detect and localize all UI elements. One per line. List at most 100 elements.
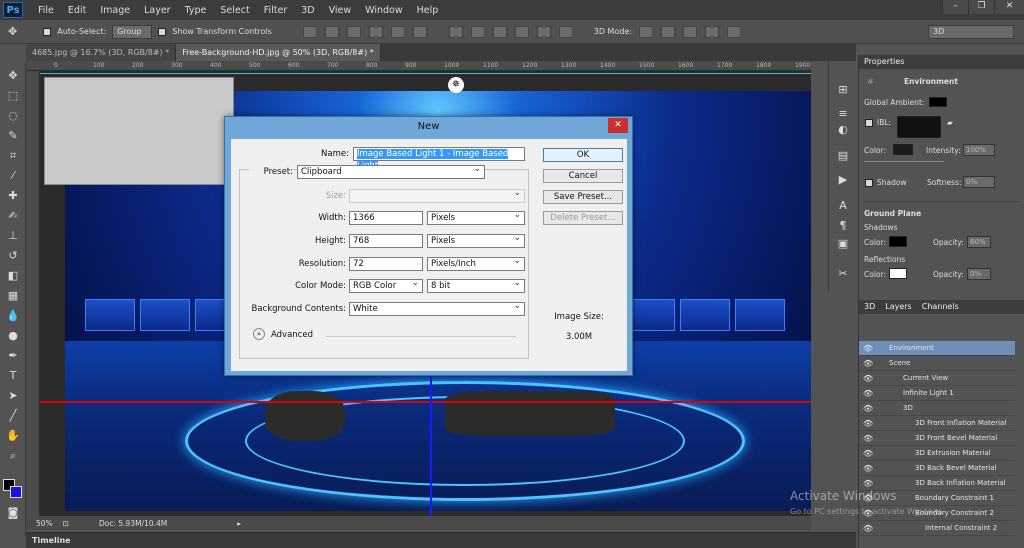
move-tool-icon[interactable]: ✥ xyxy=(5,69,21,83)
layer-row[interactable]: 👁 3D Back Bevel Material xyxy=(859,461,1015,476)
quick-mask-icon[interactable]: ◙ xyxy=(5,506,21,520)
eyedropper-tool-icon[interactable]: ⁄ xyxy=(5,169,21,183)
path-select-icon[interactable]: ➤ xyxy=(5,389,21,403)
size-select[interactable] xyxy=(349,187,525,203)
distribute-top-icon[interactable] xyxy=(448,25,463,38)
tab-free-background[interactable]: Free-Background-HD.jpg @ 50% (3D, RGB/8#… xyxy=(176,44,381,61)
show-transform-checkbox[interactable] xyxy=(158,27,167,36)
gradient-tool-icon[interactable]: ▦ xyxy=(5,289,21,303)
save-preset-button[interactable]: Save Preset... xyxy=(543,190,623,204)
line-tool-icon[interactable]: ╱ xyxy=(5,409,21,423)
menu-select[interactable]: Select xyxy=(213,5,256,16)
timeline-panel[interactable]: Timeline xyxy=(26,532,856,548)
adjustments-panel-icon[interactable]: ≡ xyxy=(835,107,851,121)
rotate-3d-icon[interactable] xyxy=(639,25,654,38)
tab-channels[interactable]: Channels xyxy=(922,300,959,314)
auto-select-checkbox[interactable] xyxy=(43,27,52,36)
slide-3d-icon[interactable] xyxy=(705,25,720,38)
minimize-button[interactable]: – xyxy=(942,0,968,14)
menu-type[interactable]: Type xyxy=(178,5,214,16)
actions-panel-icon[interactable]: ▶ xyxy=(835,173,851,187)
status-icon[interactable]: ⊡ xyxy=(63,519,69,528)
history-brush-icon[interactable]: ↺ xyxy=(5,249,21,263)
background-color-swatch[interactable] xyxy=(10,486,22,498)
softness-field[interactable]: 0% xyxy=(963,176,995,188)
restore-button[interactable]: ❐ xyxy=(968,0,994,14)
height-input[interactable]: 768 xyxy=(349,234,423,248)
move-tool-icon[interactable]: ✥ xyxy=(8,25,17,38)
global-ambient-swatch[interactable] xyxy=(929,97,947,107)
history-panel-icon[interactable]: ⊞ xyxy=(835,83,851,97)
brush-tool-icon[interactable]: ✍ xyxy=(5,209,21,223)
crop-tool-icon[interactable]: ⌗ xyxy=(5,149,21,163)
preset-select[interactable]: Clipboard xyxy=(297,163,485,179)
advanced-toggle-icon[interactable]: » xyxy=(253,328,265,340)
align-left-icon[interactable] xyxy=(368,25,383,38)
intensity-field[interactable]: 100% xyxy=(963,144,995,156)
zoom-level[interactable]: 50% xyxy=(36,519,53,528)
blur-tool-icon[interactable]: 💧 xyxy=(5,309,21,323)
color-mode-select[interactable]: RGB Color xyxy=(349,277,423,293)
distribute-right-icon[interactable] xyxy=(558,25,573,38)
delete-preset-button[interactable]: Delete Preset... xyxy=(543,211,623,225)
layer-row[interactable]: 👁 3D Extrusion Material xyxy=(859,446,1015,461)
brush-panel-icon[interactable]: ▣ xyxy=(835,237,851,251)
drag-3d-icon[interactable] xyxy=(683,25,698,38)
type-tool-icon[interactable]: T xyxy=(5,369,21,383)
layer-row[interactable]: 👁 Scene xyxy=(859,356,1015,371)
3d-secondary-view[interactable] xyxy=(44,77,234,185)
status-arrow-icon[interactable]: ▸ xyxy=(237,519,241,528)
hand-tool-icon[interactable]: ✋ xyxy=(5,429,21,443)
character-panel-icon[interactable]: A xyxy=(835,199,851,213)
menu-layer[interactable]: Layer xyxy=(137,5,178,16)
close-button[interactable]: ✕ xyxy=(994,0,1024,14)
menu-3d[interactable]: 3D xyxy=(294,5,321,16)
distribute-bottom-icon[interactable] xyxy=(492,25,507,38)
ok-button[interactable]: OK xyxy=(543,148,623,162)
shadows-opacity-field[interactable]: 60% xyxy=(967,236,991,248)
resolution-input[interactable]: 72 xyxy=(349,257,423,271)
dodge-tool-icon[interactable]: ● xyxy=(5,329,21,343)
advanced-label[interactable]: Advanced xyxy=(271,330,313,340)
dialog-close-button[interactable]: ✕ xyxy=(608,118,628,133)
workspace-select[interactable]: 3D xyxy=(928,24,1014,39)
quick-select-tool-icon[interactable]: ✎ xyxy=(5,129,21,143)
scale-3d-icon[interactable] xyxy=(727,25,742,38)
layer-row[interactable]: 👁 3D Front Bevel Material xyxy=(859,431,1015,446)
ibl-preview[interactable] xyxy=(897,116,941,138)
paragraph-panel-icon[interactable]: ¶ xyxy=(835,219,851,233)
layer-row[interactable]: 👁 Internal Constraint 2 xyxy=(859,521,1015,536)
properties-tab[interactable]: Properties xyxy=(859,55,1024,69)
tab-3d[interactable]: 3D xyxy=(864,300,875,314)
width-unit-select[interactable]: Pixels xyxy=(427,209,525,225)
menu-file[interactable]: File xyxy=(31,5,61,16)
tool-presets-icon[interactable]: ✂ xyxy=(835,267,851,281)
color-panel-icon[interactable]: ◐ xyxy=(835,123,851,137)
roll-3d-icon[interactable] xyxy=(661,25,676,38)
align-right-icon[interactable] xyxy=(412,25,427,38)
ibl-color-swatch[interactable] xyxy=(893,144,913,155)
layer-row[interactable]: 👁 Current View xyxy=(859,371,1015,386)
distribute-middle-icon[interactable] xyxy=(470,25,485,38)
layer-row[interactable]: 👁 Environment xyxy=(859,341,1015,356)
layer-row[interactable]: 👁 3D xyxy=(859,401,1015,416)
menu-view[interactable]: View xyxy=(322,5,359,16)
zoom-tool-icon[interactable]: ⌕ xyxy=(5,449,21,463)
shadow-checkbox[interactable] xyxy=(865,179,873,187)
background-contents-select[interactable]: White xyxy=(349,300,525,316)
tab-layers[interactable]: Layers xyxy=(885,300,911,314)
distribute-center-icon[interactable] xyxy=(536,25,551,38)
reflections-opacity-field[interactable]: 0% xyxy=(967,268,991,280)
distribute-left-icon[interactable] xyxy=(514,25,529,38)
menu-image[interactable]: Image xyxy=(93,5,137,16)
ibl-folder-icon[interactable]: ▰ xyxy=(947,118,953,127)
menu-filter[interactable]: Filter xyxy=(257,5,295,16)
intensity-slider[interactable] xyxy=(864,161,944,162)
stamp-tool-icon[interactable]: ⊥ xyxy=(5,229,21,243)
cancel-button[interactable]: Cancel xyxy=(543,169,623,183)
height-unit-select[interactable]: Pixels xyxy=(427,232,525,248)
layer-row[interactable]: 👁 3D Front Inflation Material xyxy=(859,416,1015,431)
group-select[interactable]: Group xyxy=(112,24,153,39)
swatches-panel-icon[interactable]: ▤ xyxy=(835,149,851,163)
reflections-color-swatch[interactable] xyxy=(889,268,907,279)
